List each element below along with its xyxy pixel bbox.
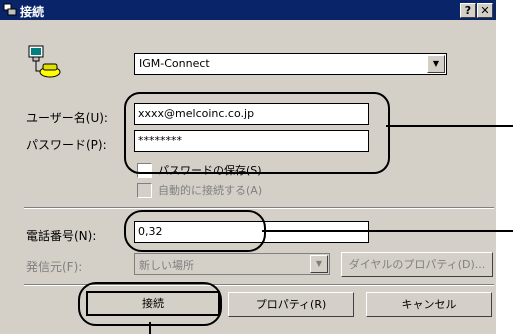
help-button[interactable]: ? bbox=[460, 3, 476, 18]
separator bbox=[24, 207, 494, 209]
credentials-callout bbox=[124, 92, 390, 174]
cancel-button[interactable]: キャンセル bbox=[366, 292, 492, 317]
password-label: パスワード(P): bbox=[26, 138, 107, 152]
connect-callout-line bbox=[149, 322, 151, 334]
chevron-down-icon[interactable]: ▼ bbox=[427, 55, 445, 73]
username-label: ユーザー名(U): bbox=[26, 111, 108, 125]
dial-properties-button[interactable]: ダイヤルのプロパティ(D)... bbox=[341, 252, 493, 277]
dial-from-select[interactable]: 新しい場所 ▼ bbox=[134, 253, 330, 275]
chevron-down-icon[interactable]: ▼ bbox=[310, 255, 328, 273]
dialup-connection-icon bbox=[28, 45, 61, 78]
connection-select[interactable]: IGM-Connect ▼ bbox=[134, 53, 447, 75]
dial-from-label: 発信元(F): bbox=[26, 260, 83, 274]
auto-connect-checkbox[interactable] bbox=[137, 183, 152, 198]
connection-name: IGM-Connect bbox=[139, 57, 210, 70]
auto-connect-label[interactable]: 自動的に接続する(A) bbox=[158, 182, 262, 198]
credentials-callout-line bbox=[386, 125, 513, 127]
phone-callout bbox=[124, 210, 266, 252]
window-title: 接続 bbox=[20, 5, 45, 19]
close-button[interactable]: ✕ bbox=[477, 3, 493, 18]
properties-button[interactable]: プロパティ(R) bbox=[228, 292, 354, 317]
dial-from-value: 新しい場所 bbox=[139, 259, 194, 272]
phone-callout-line bbox=[262, 230, 513, 232]
network-icon bbox=[3, 3, 17, 16]
phone-label: 電話番号(N): bbox=[26, 229, 97, 243]
title-bar: 接続 ? ✕ bbox=[0, 0, 496, 20]
connect-callout bbox=[78, 282, 222, 326]
